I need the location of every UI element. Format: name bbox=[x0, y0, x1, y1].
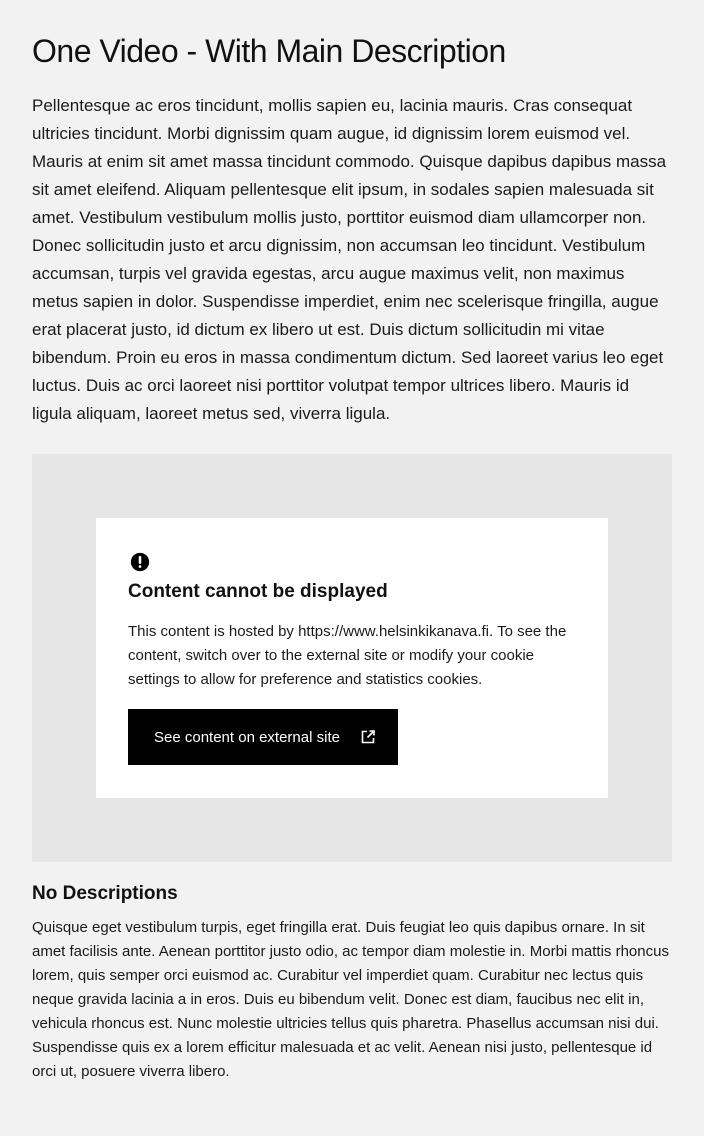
video-embed-placeholder: Content cannot be displayed This content… bbox=[32, 454, 672, 862]
main-description: Pellentesque ac eros tincidunt, mollis s… bbox=[32, 96, 667, 423]
alert-circle-icon bbox=[130, 552, 150, 572]
page-title: One Video - With Main Description bbox=[32, 33, 506, 69]
section-text: Quisque eget vestibulum turpis, eget fri… bbox=[32, 919, 669, 1080]
notice-title: Content cannot be displayed bbox=[128, 581, 388, 602]
external-link-icon bbox=[361, 730, 375, 744]
page-content: One Video - With Main Description Pellen… bbox=[0, 0, 704, 1084]
external-site-button-label: See content on external site bbox=[154, 728, 340, 746]
external-site-button[interactable]: See content on external site bbox=[128, 709, 398, 765]
section-heading: No Descriptions bbox=[32, 883, 178, 904]
notice-text: This content is hosted by https://www.he… bbox=[128, 623, 567, 688]
content-blocked-notice: Content cannot be displayed This content… bbox=[96, 518, 608, 798]
